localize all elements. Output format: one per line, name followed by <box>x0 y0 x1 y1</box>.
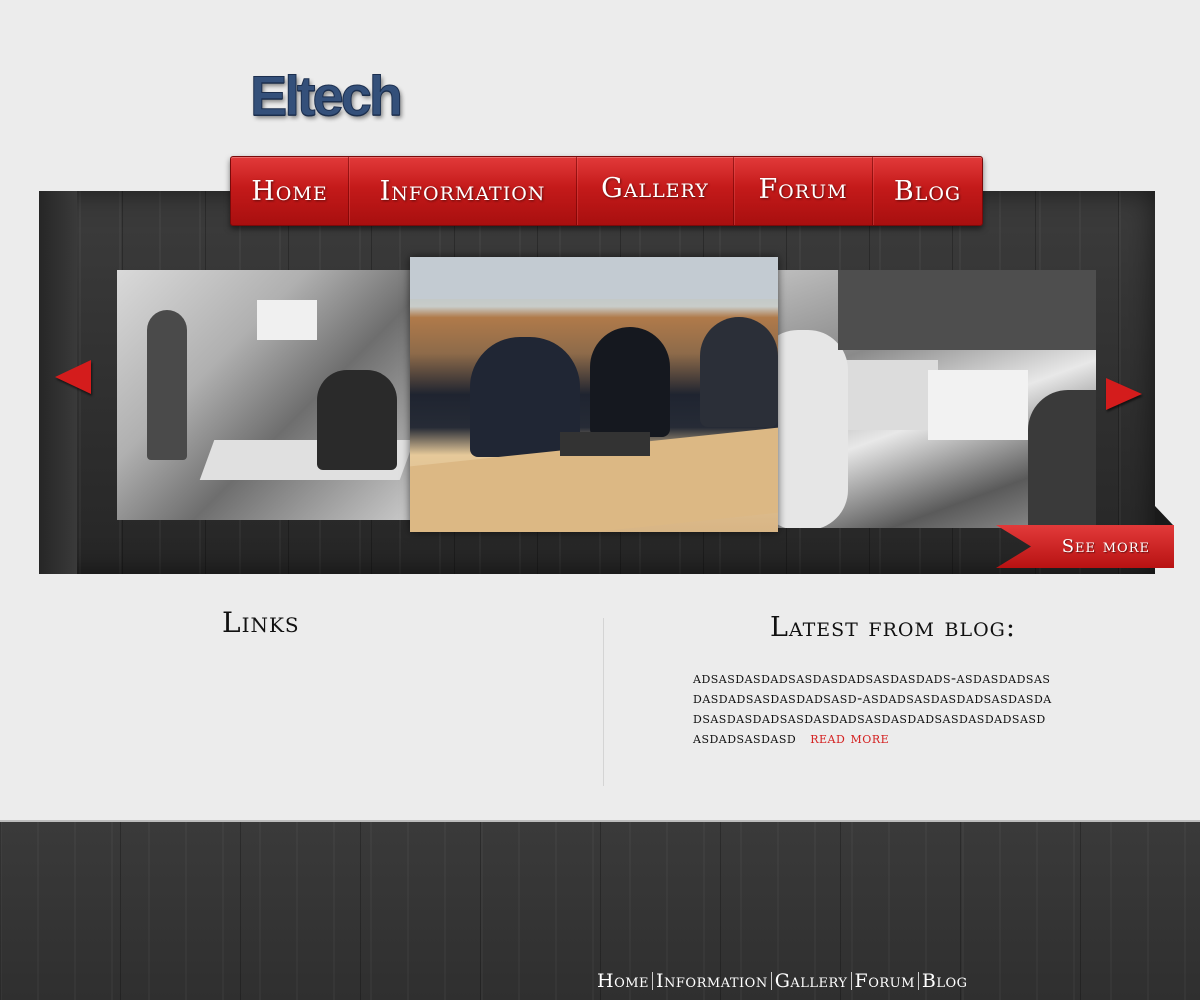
nav-item-blog[interactable]: Blog <box>873 157 982 225</box>
slider-photo-left[interactable] <box>117 270 410 520</box>
content-divider <box>603 618 604 786</box>
nav-item-home[interactable]: Home <box>231 157 349 225</box>
slider-photo-right[interactable] <box>778 270 1096 528</box>
nav-item-gallery[interactable]: Gallery <box>577 157 734 225</box>
arrow-right-icon[interactable] <box>1106 378 1142 410</box>
footer-separator <box>850 972 852 990</box>
read-more-link[interactable]: read more <box>810 729 889 747</box>
footer-separator <box>770 972 772 990</box>
links-heading: Links <box>222 606 300 639</box>
slider-photo-center[interactable] <box>410 257 778 532</box>
ribbon-fold <box>1155 506 1173 525</box>
footer-separator <box>652 972 654 990</box>
site-logo[interactable]: Eltech <box>249 65 403 126</box>
blog-heading: Latest from blog: <box>770 612 1016 643</box>
footer-nav-forum[interactable]: Forum <box>855 970 915 992</box>
footer-nav-gallery[interactable]: Gallery <box>775 970 848 992</box>
main-nav: Home Information Gallery Forum Blog <box>230 156 983 226</box>
footer-separator <box>917 972 919 990</box>
nav-item-forum[interactable]: Forum <box>734 157 873 225</box>
nav-item-information[interactable]: Information <box>349 157 577 225</box>
blog-excerpt: adsasdasdadsasdasdadsasdasdads-asdasdads… <box>693 668 1053 748</box>
footer-nav-home[interactable]: Home <box>597 970 649 992</box>
footer-nav: Home Information Gallery Forum Blog <box>597 970 968 992</box>
footer-nav-information[interactable]: Information <box>656 970 768 992</box>
arrow-left-icon[interactable] <box>55 360 91 394</box>
footer-nav-blog[interactable]: Blog <box>922 970 968 992</box>
